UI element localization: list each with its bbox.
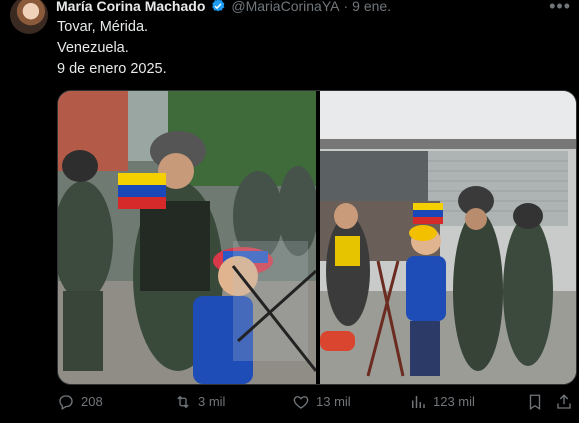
reply-button[interactable]: 208 xyxy=(57,393,103,411)
repost-count: 3 mil xyxy=(198,394,226,409)
header-separator: · xyxy=(343,0,349,14)
heart-icon xyxy=(293,396,309,409)
views-chart-icon xyxy=(412,396,425,408)
post-date[interactable]: 9 ene. xyxy=(352,0,391,14)
views-button[interactable]: 123 mil xyxy=(409,393,475,411)
share-button[interactable] xyxy=(555,393,573,414)
share-icon xyxy=(557,394,571,409)
more-options-icon[interactable]: ••• xyxy=(549,0,571,17)
repost-icon xyxy=(177,395,189,409)
like-button[interactable]: 13 mil xyxy=(292,393,351,411)
post-text-line-3: 9 de enero 2025. xyxy=(57,61,167,77)
like-count: 13 mil xyxy=(316,394,351,409)
post-header: María Corina Machado @MariaCorinaYA · 9 … xyxy=(56,0,391,15)
verified-badge-icon xyxy=(212,0,225,12)
author-name[interactable]: María Corina Machado xyxy=(56,0,205,14)
post-text-line-2: Venezuela. xyxy=(57,40,129,56)
photo-right xyxy=(320,91,576,384)
bookmark-icon xyxy=(529,394,541,411)
photo-left xyxy=(58,91,318,384)
author-handle[interactable]: @MariaCorinaYA xyxy=(231,0,339,14)
post-media[interactable] xyxy=(57,90,577,385)
media-photo-collage xyxy=(58,91,576,384)
repost-button[interactable]: 3 mil xyxy=(174,393,225,411)
reply-count: 208 xyxy=(81,394,103,409)
author-avatar[interactable] xyxy=(10,0,48,34)
reply-icon xyxy=(59,395,73,410)
post-text-line-1: Tovar, Mérida. xyxy=(57,19,149,35)
action-bar: 208 3 mil 13 mil 123 mil xyxy=(57,393,573,415)
bookmark-button[interactable] xyxy=(526,393,544,414)
views-count: 123 mil xyxy=(433,394,475,409)
